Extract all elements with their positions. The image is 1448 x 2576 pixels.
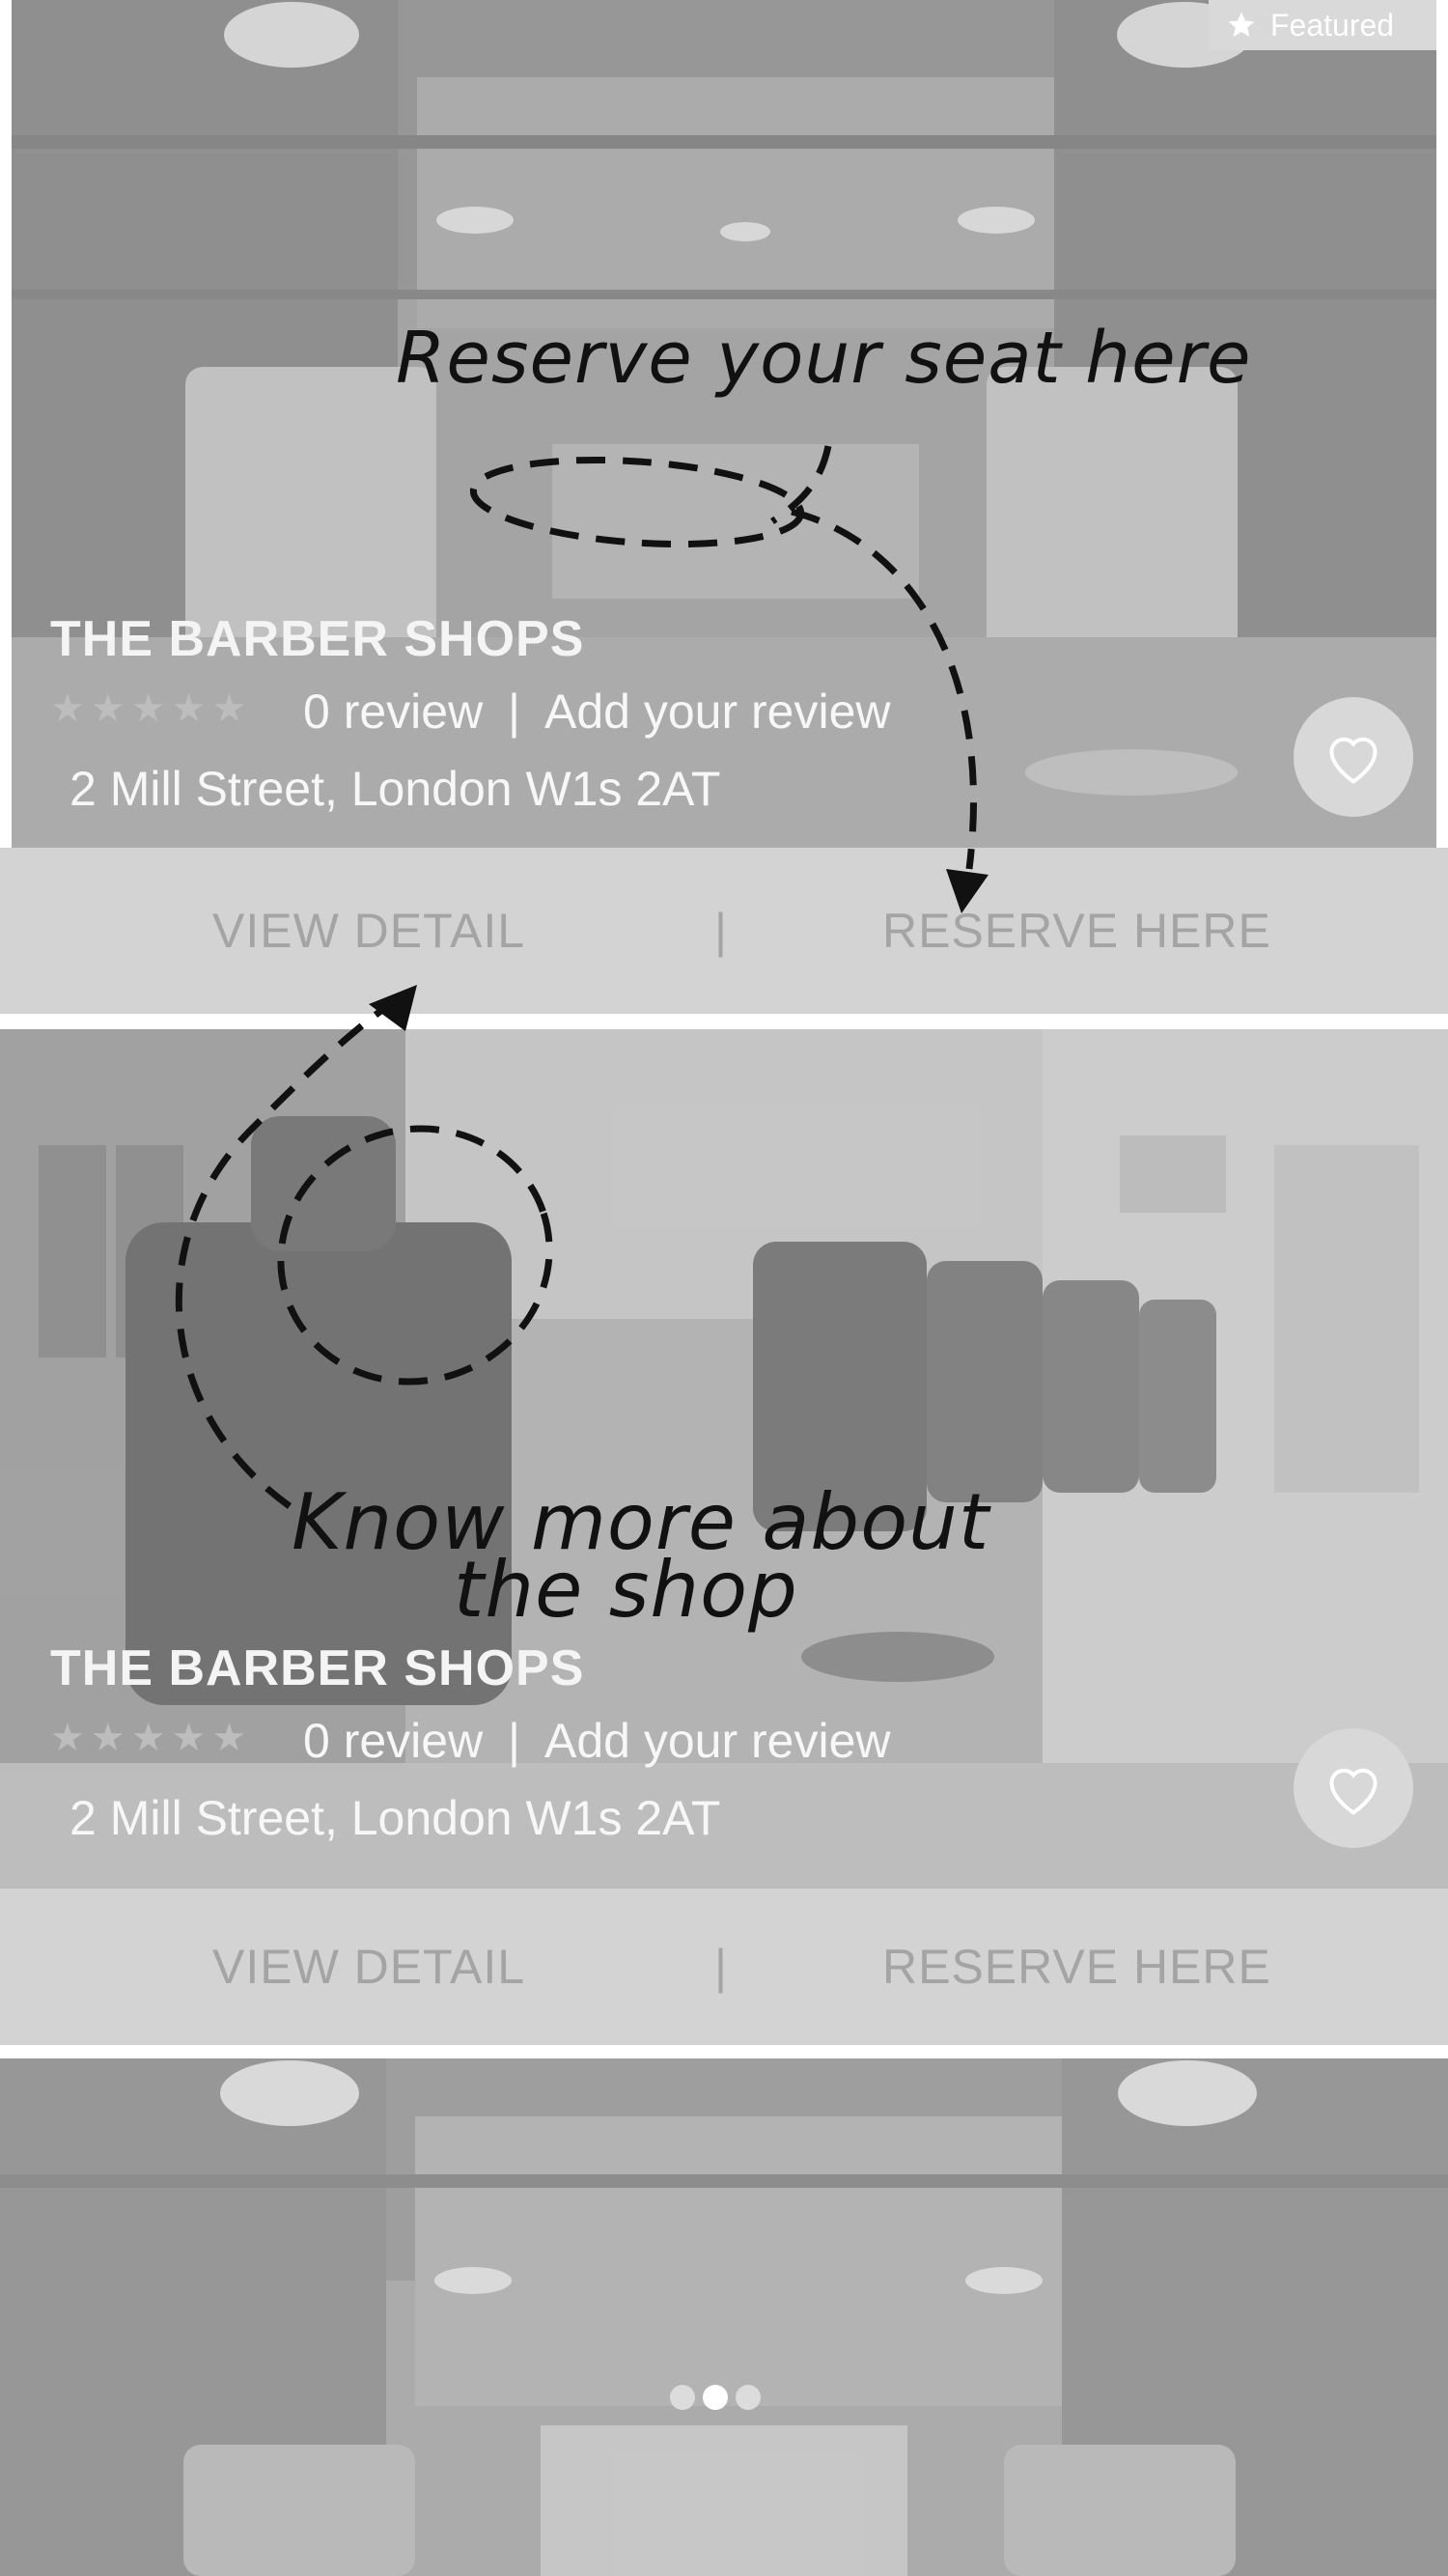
reserve-here-button[interactable]: RESERVE HERE bbox=[882, 1889, 1271, 2045]
card-actions: VIEW DETAIL | RESERVE HERE bbox=[0, 1889, 1448, 2045]
shop-address: 2 Mill Street, London W1s 2AT bbox=[70, 762, 721, 816]
featured-badge: Featured bbox=[1209, 0, 1436, 50]
add-review-link[interactable]: Add your review bbox=[544, 684, 891, 740]
carousel-indicator bbox=[670, 2385, 761, 2410]
shop-card-1: Featured THE BARBER SHOPS ★ ★ ★ ★ ★ 0 re… bbox=[0, 0, 1448, 1016]
annotation-reserve: Reserve your seat here bbox=[396, 317, 1252, 400]
review-count: 0 review bbox=[303, 685, 484, 739]
star-icon: ★ bbox=[130, 1717, 166, 1759]
reserve-here-button[interactable]: RESERVE HERE bbox=[882, 848, 1271, 1014]
review-separator: | bbox=[508, 685, 520, 739]
star-icon: ★ bbox=[211, 1717, 247, 1759]
star-icon: ★ bbox=[90, 1717, 125, 1759]
view-detail-button[interactable]: VIEW DETAIL bbox=[212, 1889, 525, 2045]
view-detail-button[interactable]: VIEW DETAIL bbox=[212, 848, 525, 1014]
shop-card-3 bbox=[0, 2058, 1448, 2576]
carousel-dot-active[interactable] bbox=[703, 2385, 728, 2410]
shop-name[interactable]: THE BARBER SHOPS bbox=[50, 610, 584, 668]
shop-photo-3[interactable] bbox=[0, 2058, 1448, 2576]
star-icon: ★ bbox=[130, 687, 166, 730]
favorite-button[interactable] bbox=[1294, 1728, 1413, 1848]
star-icon: ★ bbox=[171, 1717, 207, 1759]
star-icon: ★ bbox=[171, 687, 207, 730]
carousel-dot[interactable] bbox=[736, 2385, 761, 2410]
annotation-know-more-line2: the shop bbox=[454, 1545, 798, 1635]
review-separator: | bbox=[508, 1714, 520, 1768]
action-divider: | bbox=[714, 1940, 727, 1994]
review-count: 0 review bbox=[303, 1714, 484, 1768]
add-review-link[interactable]: Add your review bbox=[544, 1713, 891, 1769]
rating-stars: ★ ★ ★ ★ ★ bbox=[50, 689, 246, 728]
featured-label: Featured bbox=[1270, 7, 1395, 42]
star-icon: ★ bbox=[211, 687, 247, 730]
action-divider: | bbox=[714, 904, 727, 958]
star-icon: ★ bbox=[50, 1717, 85, 1759]
carousel-dot[interactable] bbox=[670, 2385, 695, 2410]
star-icon: ★ bbox=[90, 687, 125, 730]
shop-address: 2 Mill Street, London W1s 2AT bbox=[70, 1791, 721, 1845]
heart-icon bbox=[1329, 1768, 1378, 1815]
star-icon: ★ bbox=[50, 687, 85, 730]
card-actions: VIEW DETAIL | RESERVE HERE bbox=[0, 848, 1448, 1014]
star-icon bbox=[1228, 12, 1255, 37]
rating-stars: ★ ★ ★ ★ ★ bbox=[50, 1719, 246, 1757]
shop-name[interactable]: THE BARBER SHOPS bbox=[50, 1639, 584, 1697]
photo-overlay bbox=[0, 2058, 1448, 2576]
favorite-button[interactable] bbox=[1294, 697, 1413, 817]
heart-icon bbox=[1329, 737, 1378, 784]
